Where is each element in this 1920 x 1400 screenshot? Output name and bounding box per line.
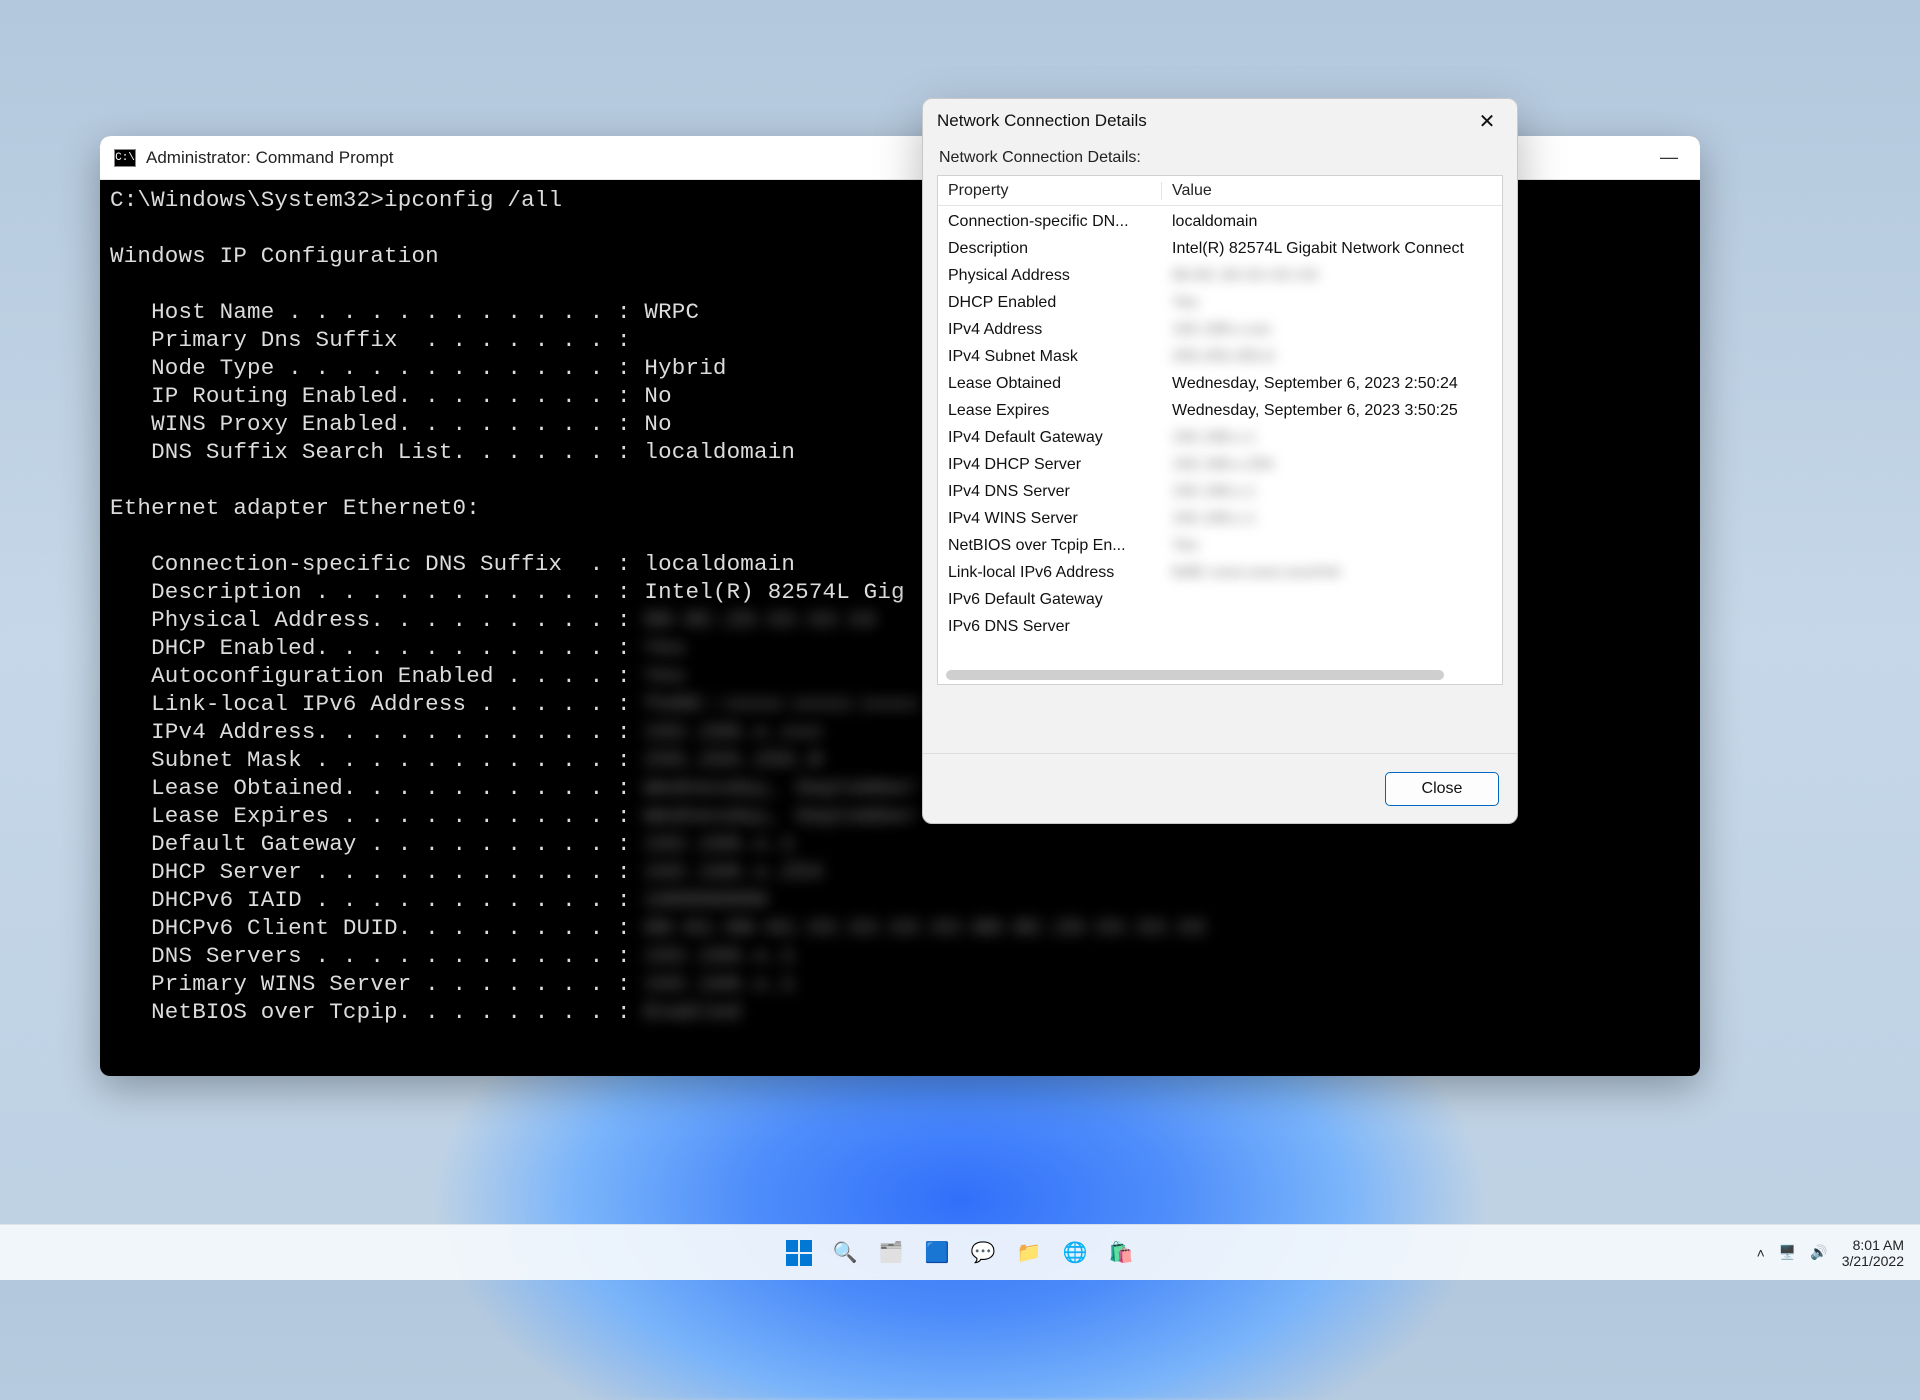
property-cell: IPv4 Default Gateway <box>938 429 1162 447</box>
search-icon[interactable]: 🔍 <box>829 1237 861 1269</box>
taskbar-center: 🔍 🗂️ 🟦 💬 📁 🌐 🛍️ <box>783 1237 1137 1269</box>
property-cell: Physical Address <box>938 267 1162 285</box>
minimize-button[interactable]: — <box>1660 149 1678 167</box>
taskbar-clock[interactable]: 8:01 AM 3/21/2022 <box>1842 1237 1904 1269</box>
table-row[interactable]: Lease ObtainedWednesday, September 6, 20… <box>938 370 1502 397</box>
table-row[interactable]: IPv4 WINS Server192.168.x.1 <box>938 505 1502 532</box>
property-cell: IPv4 Address <box>938 321 1162 339</box>
horizontal-scrollbar[interactable] <box>946 670 1444 680</box>
value-cell: Intel(R) 82574L Gigabit Network Connect <box>1162 240 1502 258</box>
file-explorer-icon[interactable]: 📁 <box>1013 1237 1045 1269</box>
table-row[interactable]: IPv4 Default Gateway192.168.x.1 <box>938 424 1502 451</box>
table-row[interactable]: IPv4 Subnet Mask255.255.255.0 <box>938 343 1502 370</box>
table-row[interactable]: IPv4 DHCP Server192.168.x.254 <box>938 451 1502 478</box>
value-cell: Wednesday, September 6, 2023 3:50:25 <box>1162 402 1502 420</box>
network-details-title: Network Connection Details <box>937 111 1147 131</box>
volume-tray-icon[interactable]: 🔊 <box>1810 1244 1827 1261</box>
value-cell: Yes <box>1162 537 1502 555</box>
property-cell: IPv4 WINS Server <box>938 510 1162 528</box>
table-row[interactable]: Connection-specific DN...localdomain <box>938 208 1502 235</box>
value-cell: 192.168.x.1 <box>1162 483 1502 501</box>
value-cell: Wednesday, September 6, 2023 2:50:24 <box>1162 375 1502 393</box>
table-header[interactable]: Property Value <box>938 176 1502 206</box>
value-cell: fe80::xxxx:xxxx:xxxx%4 <box>1162 564 1502 582</box>
property-cell: Description <box>938 240 1162 258</box>
value-cell: 192.168.x.1 <box>1162 510 1502 528</box>
property-cell: Lease Expires <box>938 402 1162 420</box>
taskbar[interactable]: 🔍 🗂️ 🟦 💬 📁 🌐 🛍️ ˄ 🖥️ 🔊 8:01 AM 3/21/2022 <box>0 1224 1920 1280</box>
chevron-up-icon[interactable]: ˄ <box>1757 1245 1765 1261</box>
command-prompt-icon: C:\ <box>114 149 136 167</box>
value-cell: 255.255.255.0 <box>1162 348 1502 366</box>
property-cell: NetBIOS over Tcpip En... <box>938 537 1162 555</box>
network-details-section-label: Network Connection Details: <box>923 143 1517 175</box>
property-cell: Lease Obtained <box>938 375 1162 393</box>
start-button[interactable] <box>783 1237 815 1269</box>
store-icon[interactable]: 🛍️ <box>1105 1237 1137 1269</box>
task-view-icon[interactable]: 🗂️ <box>875 1237 907 1269</box>
property-cell: IPv6 Default Gateway <box>938 591 1162 609</box>
property-cell: Connection-specific DN... <box>938 213 1162 231</box>
property-cell: IPv4 DNS Server <box>938 483 1162 501</box>
value-cell: 00-0C-29-XX-XX-XX <box>1162 267 1502 285</box>
column-property[interactable]: Property <box>938 182 1162 200</box>
property-cell: Link-local IPv6 Address <box>938 564 1162 582</box>
network-details-dialog: Network Connection Details ✕ Network Con… <box>922 98 1518 824</box>
table-row[interactable]: Lease ExpiresWednesday, September 6, 202… <box>938 397 1502 424</box>
property-cell: DHCP Enabled <box>938 294 1162 312</box>
value-cell: localdomain <box>1162 213 1502 231</box>
table-row[interactable]: IPv4 DNS Server192.168.x.1 <box>938 478 1502 505</box>
network-details-table: Property Value Connection-specific DN...… <box>937 175 1503 685</box>
value-cell: 192.168.x.254 <box>1162 456 1502 474</box>
property-cell: IPv4 Subnet Mask <box>938 348 1162 366</box>
clock-time: 8:01 AM <box>1842 1237 1904 1253</box>
edge-icon[interactable]: 🌐 <box>1059 1237 1091 1269</box>
table-row[interactable]: DescriptionIntel(R) 82574L Gigabit Netwo… <box>938 235 1502 262</box>
table-row[interactable]: NetBIOS over Tcpip En...Yes <box>938 532 1502 559</box>
taskbar-right: ˄ 🖥️ 🔊 8:01 AM 3/21/2022 <box>1757 1237 1920 1269</box>
property-cell: IPv4 DHCP Server <box>938 456 1162 474</box>
table-row[interactable]: IPv4 Address192.168.x.xxx <box>938 316 1502 343</box>
widgets-icon[interactable]: 🟦 <box>921 1237 953 1269</box>
close-button[interactable]: Close <box>1385 772 1499 806</box>
network-details-titlebar[interactable]: Network Connection Details ✕ <box>923 99 1517 143</box>
close-icon[interactable]: ✕ <box>1471 109 1503 134</box>
command-prompt-title: Administrator: Command Prompt <box>146 148 394 168</box>
table-row[interactable]: Link-local IPv6 Addressfe80::xxxx:xxxx:x… <box>938 559 1502 586</box>
value-cell: 192.168.x.1 <box>1162 429 1502 447</box>
network-tray-icon[interactable]: 🖥️ <box>1779 1244 1796 1261</box>
table-row[interactable]: IPv6 DNS Server <box>938 613 1502 640</box>
clock-date: 3/21/2022 <box>1842 1253 1904 1269</box>
table-row[interactable]: IPv6 Default Gateway <box>938 586 1502 613</box>
value-cell: Yes <box>1162 294 1502 312</box>
table-row[interactable]: DHCP EnabledYes <box>938 289 1502 316</box>
property-cell: IPv6 DNS Server <box>938 618 1162 636</box>
chat-icon[interactable]: 💬 <box>967 1237 999 1269</box>
value-cell: 192.168.x.xxx <box>1162 321 1502 339</box>
table-row[interactable]: Physical Address00-0C-29-XX-XX-XX <box>938 262 1502 289</box>
column-value[interactable]: Value <box>1162 182 1502 200</box>
